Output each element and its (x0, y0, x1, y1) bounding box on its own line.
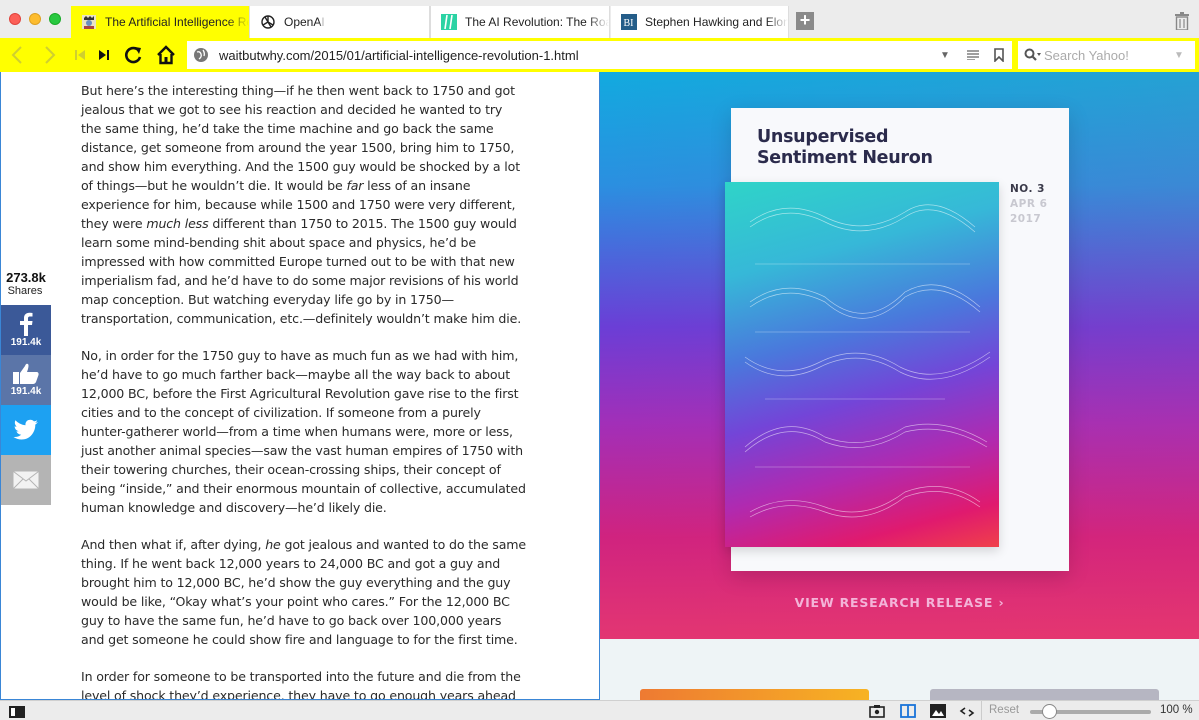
research-title-line1: Unsupervised (757, 127, 889, 147)
images-icon[interactable] (930, 704, 946, 718)
emphasized-text: far (346, 178, 364, 193)
paragraph-text: No, in order for the 1750 guy to have as… (81, 348, 526, 515)
address-bar[interactable]: waitbutwhy.com/2015/01/artificial-intell… (187, 41, 1012, 69)
facebook-share-count: 191.4k (10, 337, 42, 348)
panel-toggle-icon[interactable] (9, 705, 25, 719)
research-hero: Unsupervised Sentiment Neuron NO. 3 APR … (600, 72, 1199, 639)
fast-forward-button[interactable] (92, 42, 116, 68)
paragraph-text: In order for someone to be transported i… (81, 669, 521, 700)
article-paragraph: But here’s the interesting thing—if he t… (81, 81, 526, 328)
thumbs-up-icon (13, 363, 39, 384)
tab-strip: The Artificial Intelligence Revolution: … (0, 0, 1199, 38)
research-tile-grey[interactable] (930, 689, 1159, 700)
article-paragraph: And then what if, after dying, he got je… (81, 535, 526, 649)
facebook-share-button[interactable]: 191.4k (1, 305, 51, 355)
reader-view-icon[interactable] (966, 50, 980, 60)
reload-button[interactable] (121, 42, 145, 68)
tab-wait-but-why[interactable]: The Artificial Intelligence Revolution: … (71, 6, 250, 38)
paragraph-text: And then what if, after dying, (81, 537, 266, 552)
research-meta: NO. 3 APR 6 2017 (1010, 182, 1047, 227)
rewind-button[interactable] (68, 42, 92, 68)
tab-business-insider[interactable]: BI Stephen Hawking and Elon Musk (611, 6, 789, 38)
rewind-icon (75, 50, 85, 60)
url-text[interactable]: waitbutwhy.com/2015/01/artificial-intell… (219, 48, 940, 63)
bookmark-icon[interactable] (994, 48, 1004, 62)
research-number: NO. 3 (1010, 183, 1045, 195)
url-dropdown-icon[interactable]: ▼ (940, 50, 952, 61)
search-input[interactable] (1044, 47, 1164, 63)
share-total-label: Shares (7, 285, 43, 297)
business-insider-icon: BI (621, 14, 637, 30)
article-body: But here’s the interesting thing—if he t… (81, 81, 526, 700)
home-button[interactable] (154, 42, 178, 68)
research-date-day: APR 6 (1010, 198, 1048, 210)
browser-window: The Artificial Intelligence Revolution: … (0, 0, 1199, 720)
back-button[interactable] (5, 42, 29, 68)
envelope-icon (13, 471, 39, 489)
search-bar[interactable]: ▼ (1018, 41, 1195, 69)
cta-label: VIEW RESEARCH RELEASE (794, 595, 994, 610)
article-paragraph: In order for someone to be transported i… (81, 667, 526, 700)
paragraph-text: But here’s the interesting thing—if he t… (81, 83, 520, 193)
emphasized-text: much less (146, 216, 209, 231)
status-divider (981, 701, 982, 720)
chevron-left-icon (11, 46, 22, 64)
emphasized-text: he (265, 537, 281, 552)
globe-icon (194, 48, 208, 62)
huffpost-icon (441, 14, 457, 30)
paragraph-text: got jealous and wanted to do the same th… (81, 537, 526, 647)
zoom-slider-thumb[interactable] (1042, 704, 1058, 719)
share-bar: 273.8k Shares 191.4k 191.4k (1, 270, 51, 505)
research-cover-art[interactable] (725, 182, 999, 547)
forward-button[interactable] (38, 42, 62, 68)
research-title: Unsupervised Sentiment Neuron (757, 127, 933, 169)
tab-huffpost[interactable]: The AI Revolution: The Road to Superinte… (430, 6, 610, 38)
chevron-right-icon: › (998, 595, 1005, 610)
status-bar: Reset 100 % (0, 700, 1199, 720)
openai-icon (260, 14, 276, 30)
search-icon (1024, 48, 1041, 61)
twitter-icon (13, 419, 38, 440)
close-window-button[interactable] (9, 13, 21, 25)
zoom-slider[interactable] (1030, 704, 1151, 719)
new-tab-button[interactable]: + (796, 11, 814, 30)
paragraph-text: different than 1750 to 2015. The 1500 gu… (81, 216, 522, 326)
share-total-count: 273.8k (6, 270, 46, 285)
fast-forward-icon (99, 50, 109, 60)
zoom-level: 100 % (1160, 704, 1193, 716)
view-research-release-link[interactable]: VIEW RESEARCH RELEASE › (600, 595, 1199, 610)
trash-icon[interactable] (1175, 12, 1189, 31)
navigation-toolbar: waitbutwhy.com/2015/01/artificial-intell… (0, 38, 1199, 72)
facebook-icon (20, 312, 33, 336)
wave-pattern-illustration (744, 204, 991, 518)
minimize-window-button[interactable] (29, 13, 41, 25)
like-button[interactable]: 191.4k (1, 355, 51, 405)
page-actions-icon[interactable] (959, 705, 975, 719)
like-count: 191.4k (10, 386, 42, 397)
research-date-year: 2017 (1010, 213, 1042, 225)
twitter-share-button[interactable] (1, 405, 51, 455)
research-tile-orange[interactable] (640, 689, 869, 700)
article-paragraph: No, in order for the 1750 guy to have as… (81, 346, 526, 517)
maximize-window-button[interactable] (49, 13, 61, 25)
wait-but-why-icon (81, 14, 97, 30)
camera-icon[interactable] (869, 704, 885, 718)
reload-icon (125, 46, 142, 64)
research-title-line2: Sentiment Neuron (757, 148, 933, 168)
search-engine-dropdown-icon[interactable]: ▼ (1174, 50, 1184, 61)
home-icon (157, 45, 175, 65)
svg-text:BI: BI (624, 18, 634, 29)
chevron-right-icon (45, 46, 56, 64)
tile-view-icon[interactable] (900, 704, 916, 718)
right-page-pane[interactable]: Unsupervised Sentiment Neuron NO. 3 APR … (600, 72, 1199, 700)
left-page-pane[interactable]: 273.8k Shares 191.4k 191.4k But here’s t… (0, 72, 600, 700)
zoom-reset-button[interactable]: Reset (989, 704, 1019, 716)
tab-openai[interactable]: OpenAI (250, 6, 430, 38)
email-share-button[interactable] (1, 455, 51, 505)
